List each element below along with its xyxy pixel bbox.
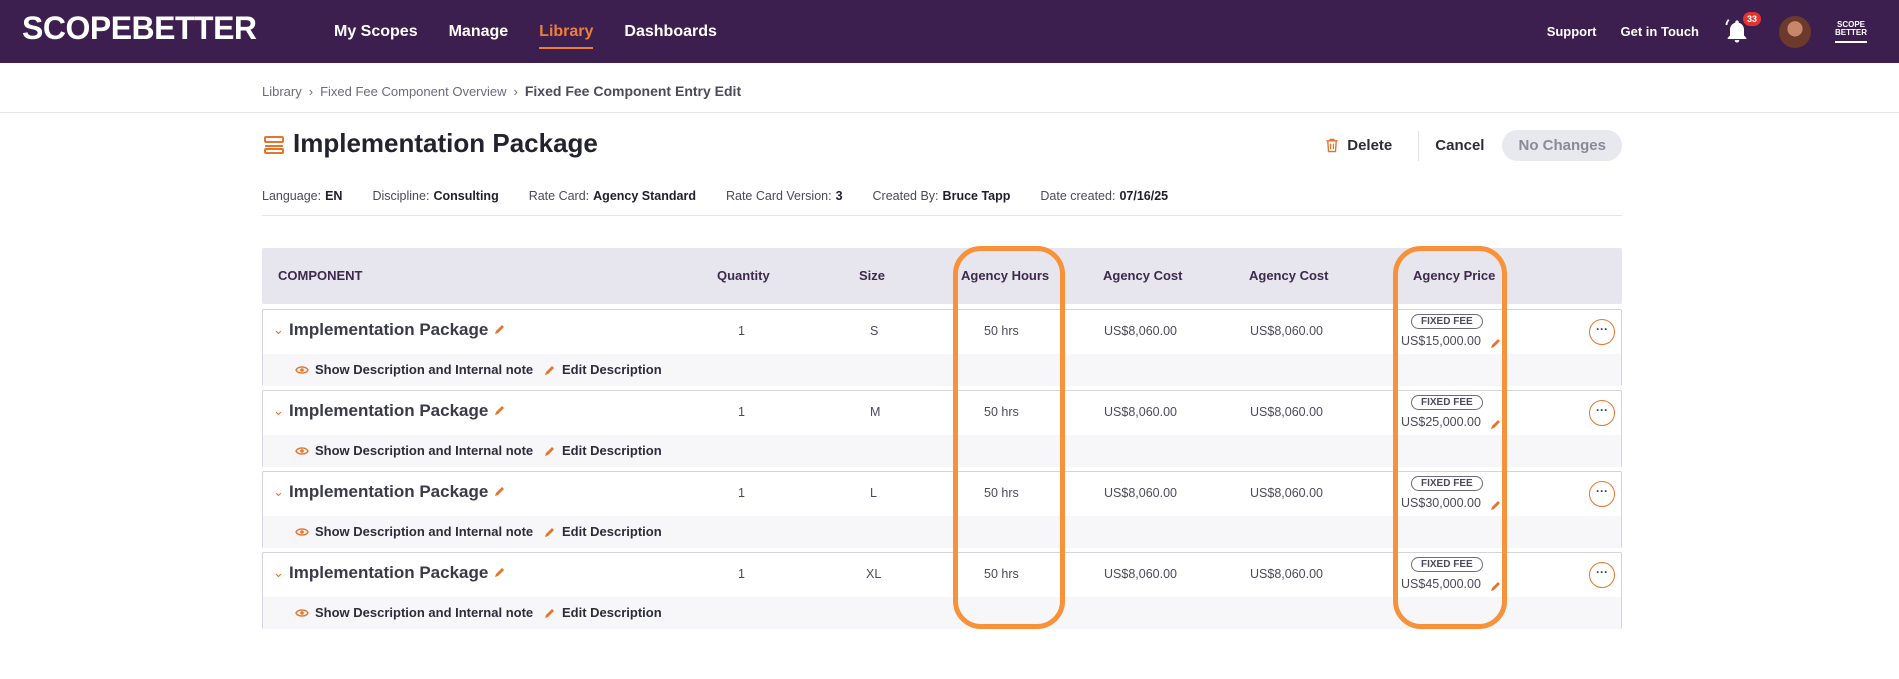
- pencil-icon[interactable]: [494, 323, 506, 335]
- component-name: Implementation Package: [289, 401, 506, 421]
- breadcrumb-separator: ›: [308, 83, 314, 99]
- pencil-icon[interactable]: [494, 404, 506, 416]
- meta-date-created: Date created: 07/16/25: [1040, 189, 1169, 203]
- show-description-button[interactable]: Show Description and Internal note: [295, 443, 533, 458]
- main-nav: My Scopes Manage Library Dashboards: [334, 0, 748, 63]
- trash-icon: [1326, 138, 1338, 153]
- eye-icon: [295, 608, 309, 617]
- delete-label: Delete: [1347, 137, 1393, 154]
- chevron-down-icon[interactable]: ⌄: [273, 403, 284, 419]
- component-name: Implementation Package: [289, 563, 506, 583]
- show-description-button[interactable]: Show Description and Internal note: [295, 362, 533, 377]
- cell-agency-cost: US$8,060.00: [1104, 324, 1177, 338]
- edit-description-button[interactable]: Edit Description: [544, 443, 662, 458]
- header-agency-cost-2: Agency Cost: [1249, 268, 1329, 283]
- meta-created-by: Created By: Bruce Tapp: [872, 189, 1011, 203]
- component-name: Implementation Package: [289, 320, 506, 340]
- header-quantity: Quantity: [717, 268, 770, 283]
- notification-count-badge: 33: [1743, 11, 1762, 26]
- pencil-icon[interactable]: [494, 485, 506, 497]
- app-logo[interactable]: SCOPEBETTER: [22, 10, 257, 47]
- cell-size: S: [870, 324, 879, 338]
- notifications-button[interactable]: 33: [1723, 11, 1762, 46]
- nav-my-scopes[interactable]: My Scopes: [334, 0, 418, 63]
- meta-language: Language: EN: [262, 189, 343, 203]
- pencil-icon[interactable]: [494, 566, 506, 578]
- highlight-agency-hours: [953, 246, 1065, 629]
- cell-agency-cost-2: US$8,060.00: [1250, 324, 1323, 338]
- breadcrumb: Library › Fixed Fee Component Overview ›…: [262, 83, 741, 99]
- more-options-button[interactable]: ···: [1589, 400, 1615, 426]
- meta-info: Language: EN Discipline: Consulting Rate C…: [262, 189, 1198, 203]
- pencil-icon: [545, 365, 554, 375]
- delete-button[interactable]: Delete: [1325, 137, 1392, 154]
- eye-icon: [295, 527, 309, 536]
- cell-agency-cost: US$8,060.00: [1104, 567, 1177, 581]
- breadcrumb-library[interactable]: Library: [262, 84, 302, 99]
- component-name: Implementation Package: [289, 482, 506, 502]
- cell-size: M: [870, 405, 881, 419]
- cell-agency-cost-2: US$8,060.00: [1250, 486, 1323, 500]
- breadcrumb-overview[interactable]: Fixed Fee Component Overview: [320, 84, 506, 99]
- chevron-down-icon[interactable]: ⌄: [273, 484, 284, 500]
- cell-quantity: 1: [738, 567, 745, 581]
- more-options-button[interactable]: ···: [1589, 319, 1615, 345]
- header-agency-cost: Agency Cost: [1103, 268, 1183, 283]
- topbar-right: Support Get in Touch 33 SCOPE BETTER: [1547, 0, 1899, 63]
- divider: [1418, 130, 1420, 161]
- nav-manage[interactable]: Manage: [449, 0, 509, 63]
- show-description-button[interactable]: Show Description and Internal note: [295, 605, 533, 620]
- pencil-icon: [545, 527, 554, 537]
- cell-size: XL: [866, 567, 882, 581]
- more-options-button[interactable]: ···: [1589, 481, 1615, 507]
- no-changes-button[interactable]: No Changes: [1502, 130, 1622, 161]
- eye-icon: [295, 365, 309, 374]
- cell-agency-cost: US$8,060.00: [1104, 405, 1177, 419]
- breadcrumb-current: Fixed Fee Component Entry Edit: [524, 83, 742, 99]
- pencil-icon: [545, 608, 554, 618]
- highlight-agency-price: [1393, 246, 1507, 629]
- support-link[interactable]: Support: [1547, 24, 1597, 39]
- page-actions: Delete Cancel No Changes: [1325, 130, 1622, 161]
- breadcrumb-bar: Library › Fixed Fee Component Overview ›…: [0, 63, 1899, 113]
- user-avatar[interactable]: [1779, 15, 1811, 48]
- chevron-down-icon[interactable]: ⌄: [273, 565, 284, 581]
- meta-discipline: Discipline: Consulting: [372, 189, 499, 203]
- nav-library[interactable]: Library: [539, 0, 594, 63]
- cancel-button[interactable]: Cancel: [1435, 137, 1484, 154]
- meta-rate-card: Rate Card: Agency Standard: [528, 189, 696, 203]
- header-component: COMPONENT: [278, 268, 363, 283]
- show-description-button[interactable]: Show Description and Internal note: [295, 524, 533, 539]
- stack-icon: [264, 136, 284, 154]
- top-navbar: SCOPEBETTER My Scopes Manage Library Das…: [0, 0, 1899, 63]
- header-size: Size: [859, 268, 886, 283]
- org-logo[interactable]: SCOPE BETTER: [1835, 20, 1867, 43]
- divider: [262, 215, 1622, 216]
- edit-description-button[interactable]: Edit Description: [544, 605, 662, 620]
- pencil-icon: [545, 446, 554, 456]
- cell-agency-cost: US$8,060.00: [1104, 486, 1177, 500]
- breadcrumb-separator: ›: [513, 83, 518, 99]
- cell-agency-cost-2: US$8,060.00: [1250, 405, 1323, 419]
- cell-quantity: 1: [738, 405, 745, 419]
- get-in-touch-link[interactable]: Get in Touch: [1621, 24, 1699, 39]
- cell-size: L: [870, 486, 877, 500]
- eye-icon: [295, 446, 309, 455]
- edit-description-button[interactable]: Edit Description: [544, 524, 662, 539]
- nav-dashboards[interactable]: Dashboards: [624, 0, 716, 63]
- edit-description-button[interactable]: Edit Description: [544, 362, 662, 377]
- meta-rate-card-version: Rate Card Version: 3: [725, 189, 843, 203]
- cell-quantity: 1: [738, 486, 745, 500]
- chevron-down-icon[interactable]: ⌄: [273, 322, 284, 338]
- more-options-button[interactable]: ···: [1589, 562, 1615, 588]
- cell-quantity: 1: [738, 324, 745, 338]
- page-title: Implementation Package: [293, 128, 598, 158]
- cell-agency-cost-2: US$8,060.00: [1250, 567, 1323, 581]
